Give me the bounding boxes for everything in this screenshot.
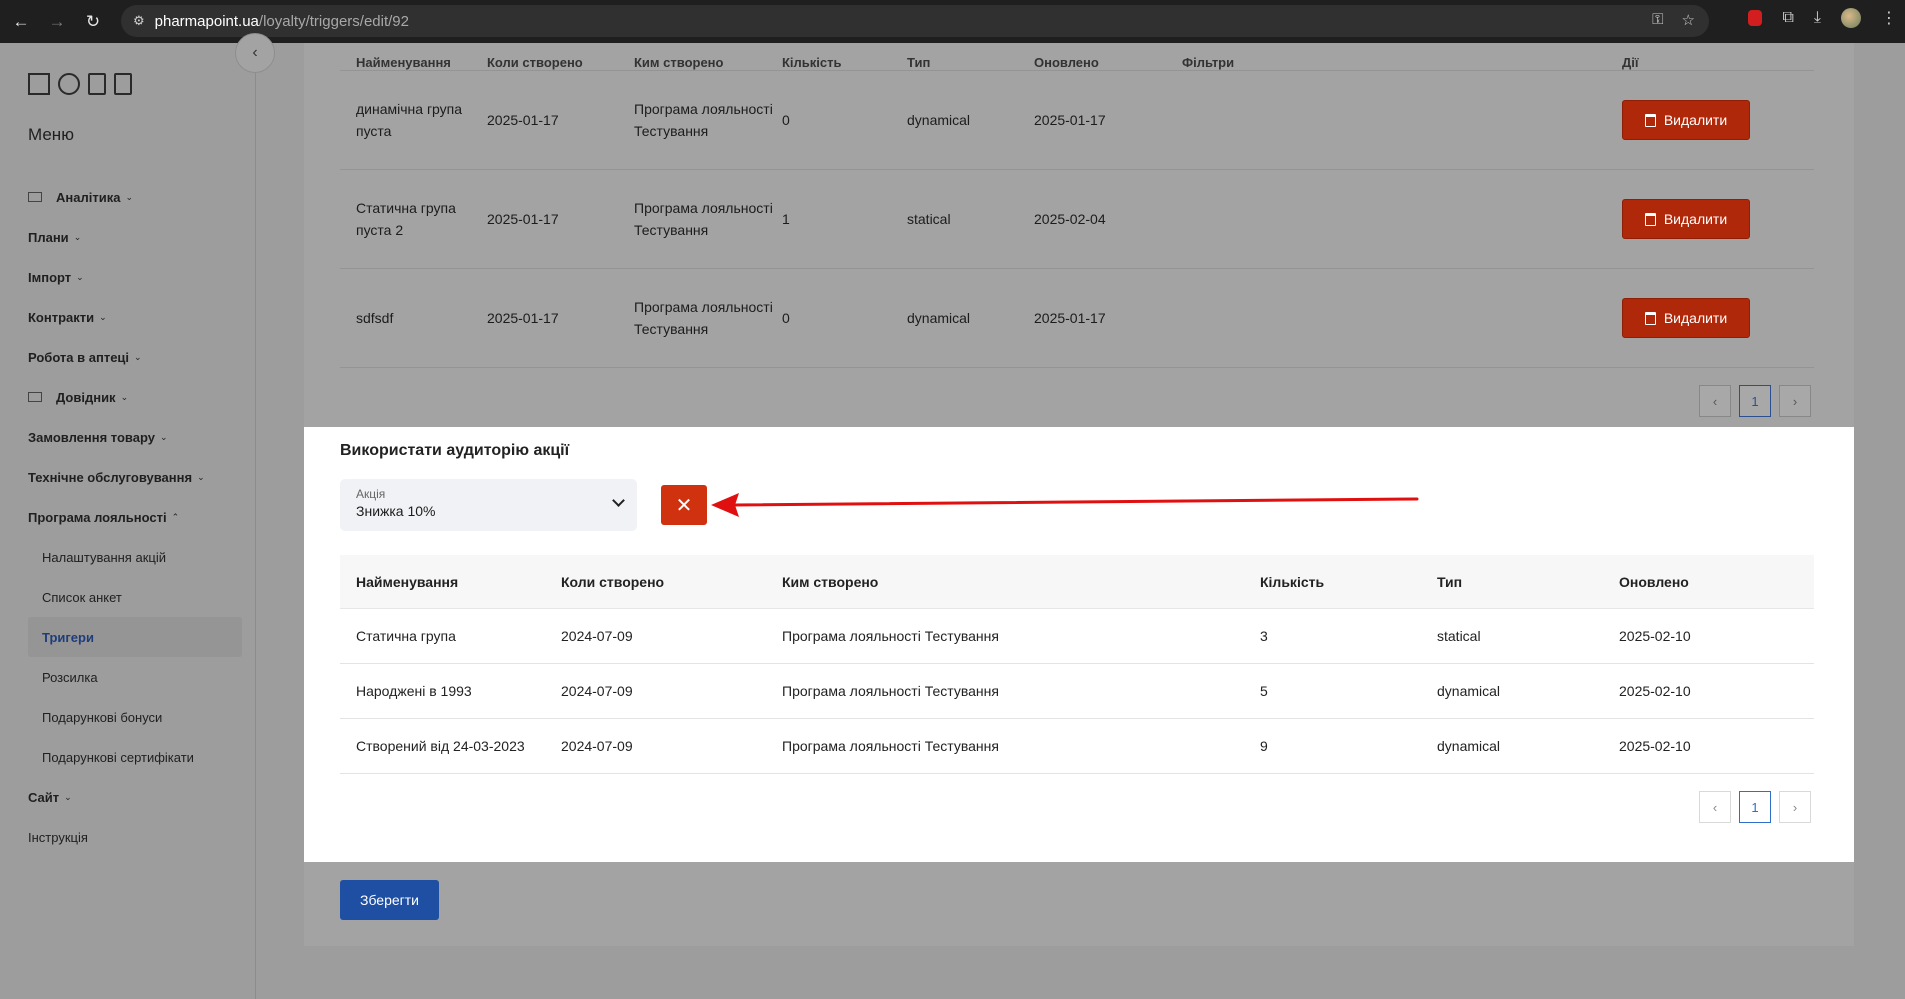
sidebar-subitem-surveys[interactable]: Список анкет	[28, 577, 242, 617]
url-path: /loyalty/triggers/edit/92	[258, 12, 409, 30]
url-host: pharmapoint.ua	[154, 12, 259, 30]
chevron-down-icon: ⌄	[160, 431, 168, 442]
pie-chart-icon[interactable]	[58, 73, 80, 95]
sidebar-shortcuts	[28, 73, 132, 95]
page-button[interactable]: 1	[1739, 791, 1771, 823]
chevron-down-icon: ⌄	[134, 351, 142, 362]
select-value: Знижка 10%	[356, 503, 436, 519]
sidebar-item-instructions[interactable]: Інструкція	[28, 817, 242, 857]
save-button[interactable]: Зберегти	[340, 880, 439, 920]
chevron-down-icon: ⌄	[120, 391, 129, 402]
sidebar-item-analytics[interactable]: Аналітика ⌄	[28, 177, 242, 217]
sidebar-item-pharmacy-work[interactable]: Робота в аптеці ⌄	[28, 337, 242, 377]
extensions-icon[interactable]: ⧉	[1782, 9, 1793, 27]
delete-button[interactable]: Видалити	[1622, 199, 1750, 239]
sidebar: Меню Аналітика ⌄ Плани ⌄ Імпорт ⌄ Контракти…	[0, 43, 256, 999]
table-row[interactable]: Народжені в 1993 2024-07-09 Програма лоя…	[340, 664, 1814, 719]
close-icon: ✕	[675, 494, 693, 517]
table-header: Найменування Коли створено Ким створено …	[340, 555, 1814, 609]
sidebar-menu: Аналітика ⌄ Плани ⌄ Імпорт ⌄ Контракти ⌄ Роб…	[28, 177, 242, 857]
sidebar-subitem-gift-certificates[interactable]: Подарункові сертифікати	[28, 737, 242, 777]
chevron-down-icon: ⌄	[64, 791, 72, 802]
table-row: динамічна група пуста 2025-01-17 Програм…	[340, 71, 1814, 170]
chevron-up-icon: ⌃	[171, 511, 180, 522]
sidebar-item-contracts[interactable]: Контракти ⌄	[28, 297, 242, 337]
calendar-icon[interactable]	[28, 73, 50, 95]
page-button[interactable]: 1	[1739, 385, 1771, 417]
delete-button[interactable]: Видалити	[1622, 100, 1750, 140]
sidebar-item-maintenance[interactable]: Технічне обслуговування ⌄	[28, 457, 242, 497]
sidebar-item-plans[interactable]: Плани ⌄	[28, 217, 242, 257]
sidebar-subitem-gift-bonuses[interactable]: Подарункові бонуси	[28, 697, 242, 737]
groups-table: Найменування Коли створено Ким створено …	[340, 43, 1814, 368]
menu-title: Меню	[28, 125, 74, 144]
browser-toolbar: ← → ↻ ⚙ pharmapoint.ua/loyalty/triggers/…	[0, 0, 1905, 43]
sidebar-item-orders[interactable]: Замовлення товару ⌄	[28, 417, 242, 457]
table-row: Статична група пуста 2 2025-01-17 Програ…	[340, 170, 1814, 269]
address-bar[interactable]: ⚙ pharmapoint.ua/loyalty/triggers/edit/9…	[121, 5, 1709, 37]
book-icon[interactable]	[114, 73, 132, 95]
next-page-button[interactable]: ›	[1779, 791, 1811, 823]
chevron-down-icon: ⌄	[99, 311, 107, 322]
site-info-icon[interactable]: ⚙	[133, 13, 145, 29]
table-row: sdfsdf 2025-01-17 Програма лояльності Те…	[340, 269, 1814, 368]
extension-icon[interactable]	[1748, 10, 1763, 26]
table-header: Найменування Коли створено Ким створено …	[340, 43, 1814, 71]
chevron-left-icon: ‹	[252, 44, 258, 61]
collapse-sidebar-button[interactable]: ‹	[235, 33, 275, 73]
forward-icon[interactable]: →	[42, 7, 72, 37]
sidebar-subitem-promo-settings[interactable]: Налаштування акцій	[28, 537, 242, 577]
download-icon[interactable]: ⤓	[1814, 9, 1821, 27]
chevron-down-icon: ⌄	[197, 471, 205, 482]
chevron-down-icon: ⌄	[76, 271, 84, 282]
sidebar-subitem-triggers[interactable]: Тригери	[28, 617, 242, 657]
select-label: Акція	[356, 487, 386, 501]
trash-icon	[1644, 113, 1656, 127]
prev-page-button[interactable]: ‹	[1699, 791, 1731, 823]
chevron-down-icon: ⌄	[73, 231, 82, 242]
audience-table: Найменування Коли створено Ким створено …	[340, 555, 1814, 774]
next-page-button[interactable]: ›	[1779, 385, 1811, 417]
star-icon[interactable]: ☆	[1682, 11, 1695, 29]
more-menu-icon[interactable]: ⋮	[1881, 8, 1897, 28]
back-icon[interactable]: ←	[6, 7, 36, 37]
profile-avatar[interactable]	[1841, 8, 1861, 28]
sidebar-item-directory[interactable]: Довідник ⌄	[28, 377, 242, 417]
key-icon[interactable]: ⚿	[1652, 11, 1663, 29]
trash-icon	[1644, 311, 1656, 325]
sidebar-item-import[interactable]: Імпорт ⌄	[28, 257, 242, 297]
sidebar-subitem-mailing[interactable]: Розсилка	[28, 657, 242, 697]
panel-title: Використати аудиторію акції	[340, 442, 570, 459]
reload-icon[interactable]: ↻	[78, 7, 108, 37]
audience-panel: Використати аудиторію акції Акція Знижка…	[304, 427, 1854, 862]
trash-icon	[1644, 212, 1656, 226]
table-row[interactable]: Створений від 24-03-2023 2024-07-09 Прог…	[340, 719, 1814, 774]
list-icon	[28, 392, 42, 402]
sidebar-item-loyalty[interactable]: Програма лояльності ⌃	[28, 497, 242, 537]
chevron-down-icon: ⌄	[125, 191, 133, 202]
sidebar-item-site[interactable]: Сайт ⌄	[28, 777, 242, 817]
pagination: ‹ 1 ›	[1699, 791, 1811, 823]
promo-select[interactable]: Акція Знижка 10%	[340, 479, 637, 531]
table-icon	[28, 192, 42, 202]
clear-selection-button[interactable]: ✕	[661, 485, 707, 525]
delete-button[interactable]: Видалити	[1622, 298, 1750, 338]
document-icon[interactable]	[88, 73, 106, 95]
pagination: ‹ 1 ›	[1699, 385, 1811, 417]
table-row[interactable]: Статична група 2024-07-09 Програма лояль…	[340, 609, 1814, 664]
annotation-arrow	[711, 493, 1419, 517]
prev-page-button[interactable]: ‹	[1699, 385, 1731, 417]
